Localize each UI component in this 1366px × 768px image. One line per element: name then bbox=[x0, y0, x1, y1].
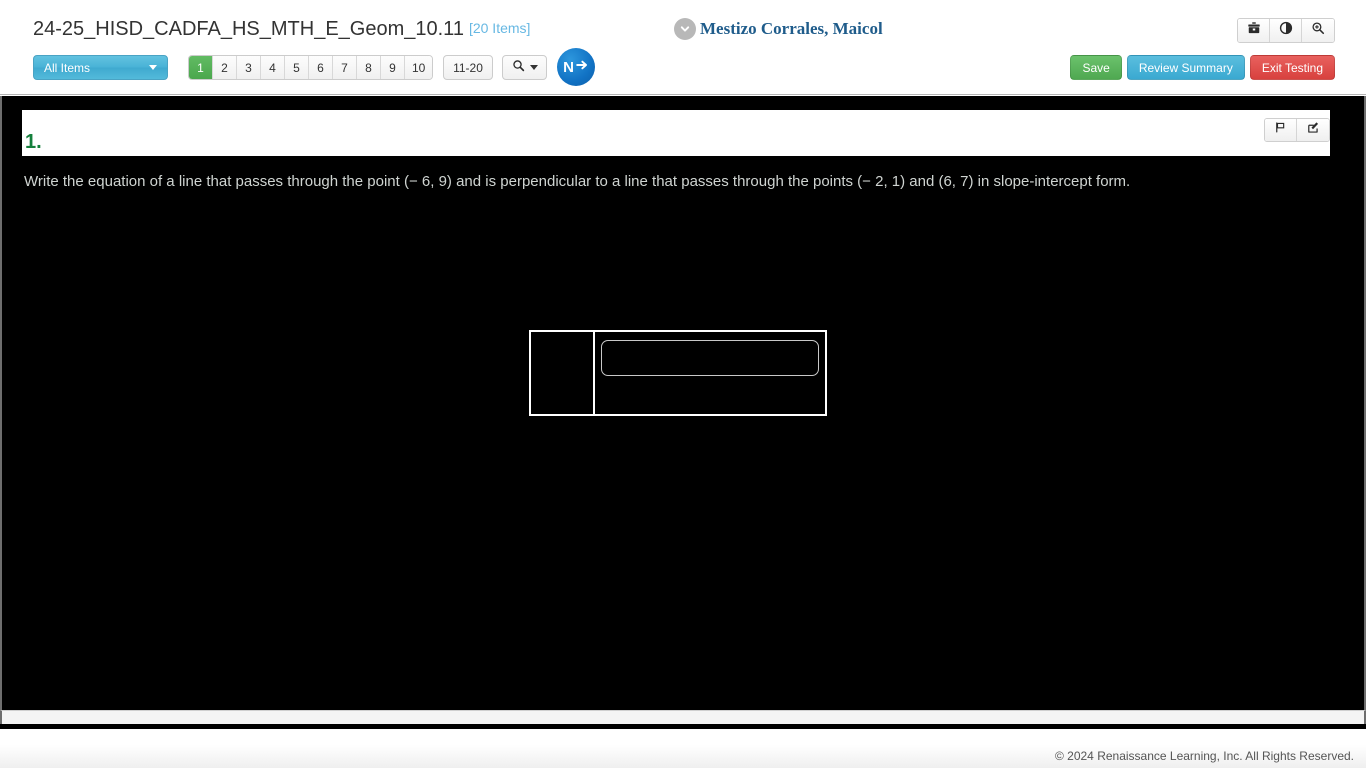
arrow-right-icon bbox=[575, 58, 589, 76]
answer-table bbox=[529, 330, 827, 416]
item-count-badge: [20 Items] bbox=[468, 20, 531, 36]
all-items-dropdown[interactable]: All Items bbox=[33, 55, 168, 80]
action-buttons: Save Review Summary Exit Testing bbox=[1070, 55, 1335, 80]
panel-bottom-strip bbox=[0, 710, 1366, 724]
app-header: 24-25_HISD_CADFA_HS_MTH_E_Geom_10.11 [20 … bbox=[0, 0, 1366, 95]
item-toolbar: All Items 1 2 3 4 5 6 7 8 9 10 11-20 N S… bbox=[0, 48, 1366, 94]
page-pager: 1 2 3 4 5 6 7 8 9 10 bbox=[188, 55, 434, 80]
pager-page-3[interactable]: 3 bbox=[237, 56, 261, 79]
student-selector[interactable]: Mestizo Corrales, Maicol bbox=[674, 18, 883, 40]
header-tool-group bbox=[1237, 18, 1335, 43]
pager-page-4[interactable]: 4 bbox=[261, 56, 285, 79]
exit-testing-button[interactable]: Exit Testing bbox=[1249, 55, 1335, 80]
toolbox-icon bbox=[1247, 21, 1261, 40]
title-row: 24-25_HISD_CADFA_HS_MTH_E_Geom_10.11 [20 … bbox=[0, 0, 1366, 48]
assessment-title-text: 24-25_HISD_CADFA_HS_MTH_E_Geom_10.11 bbox=[33, 18, 464, 40]
question-tool-group bbox=[1264, 118, 1330, 142]
chevron-down-icon bbox=[529, 65, 538, 70]
save-button[interactable]: Save bbox=[1070, 55, 1122, 80]
search-icon bbox=[512, 59, 525, 77]
app-footer: © 2024 Renaissance Learning, Inc. All Ri… bbox=[0, 729, 1366, 768]
flag-question-button[interactable] bbox=[1265, 119, 1297, 141]
test-player-window: 24-25_HISD_CADFA_HS_MTH_E_Geom_10.11 [20 … bbox=[0, 0, 1366, 768]
zoom-icon bbox=[1311, 21, 1325, 40]
next-button-label: N bbox=[563, 58, 574, 76]
review-summary-button[interactable]: Review Summary bbox=[1126, 55, 1245, 80]
pager-page-6[interactable]: 6 bbox=[309, 56, 333, 79]
pager-page-8[interactable]: 8 bbox=[357, 56, 381, 79]
answer-table-cell-right bbox=[595, 332, 825, 414]
chevron-down-icon bbox=[149, 65, 157, 70]
question-text: Write the equation of a line that passes… bbox=[24, 173, 1131, 190]
zoom-button[interactable] bbox=[1302, 19, 1334, 42]
pager-page-9[interactable]: 9 bbox=[381, 56, 405, 79]
contrast-icon bbox=[1279, 21, 1293, 40]
edit-question-button[interactable] bbox=[1297, 119, 1329, 141]
pager-page-5[interactable]: 5 bbox=[285, 56, 309, 79]
pager-page-2[interactable]: 2 bbox=[213, 56, 237, 79]
pager-page-10[interactable]: 10 bbox=[405, 56, 433, 79]
pager-page-7[interactable]: 7 bbox=[333, 56, 357, 79]
contrast-button[interactable] bbox=[1270, 19, 1302, 42]
flag-icon bbox=[1274, 121, 1287, 139]
copyright-text: © 2024 Renaissance Learning, Inc. All Ri… bbox=[1054, 749, 1354, 763]
answer-input[interactable] bbox=[601, 340, 819, 376]
search-dropdown-button[interactable] bbox=[502, 55, 547, 80]
answer-table-cell-left bbox=[531, 332, 595, 414]
page-title: 24-25_HISD_CADFA_HS_MTH_E_Geom_10.11 [20 … bbox=[33, 18, 530, 41]
next-item-button[interactable]: N bbox=[557, 48, 595, 86]
edit-icon bbox=[1307, 121, 1320, 139]
chevron-down-icon bbox=[674, 18, 696, 40]
question-header-bar: 1. bbox=[22, 110, 1330, 156]
pager-page-1[interactable]: 1 bbox=[189, 56, 213, 79]
question-content-panel: 1. Write the equation of a line that pas… bbox=[0, 96, 1366, 710]
all-items-label: All Items bbox=[44, 60, 91, 75]
pager-range-button[interactable]: 11-20 bbox=[443, 55, 493, 80]
question-number: 1. bbox=[25, 131, 42, 153]
student-name-label: Mestizo Corrales, Maicol bbox=[700, 19, 883, 38]
toolbox-button[interactable] bbox=[1238, 19, 1270, 42]
